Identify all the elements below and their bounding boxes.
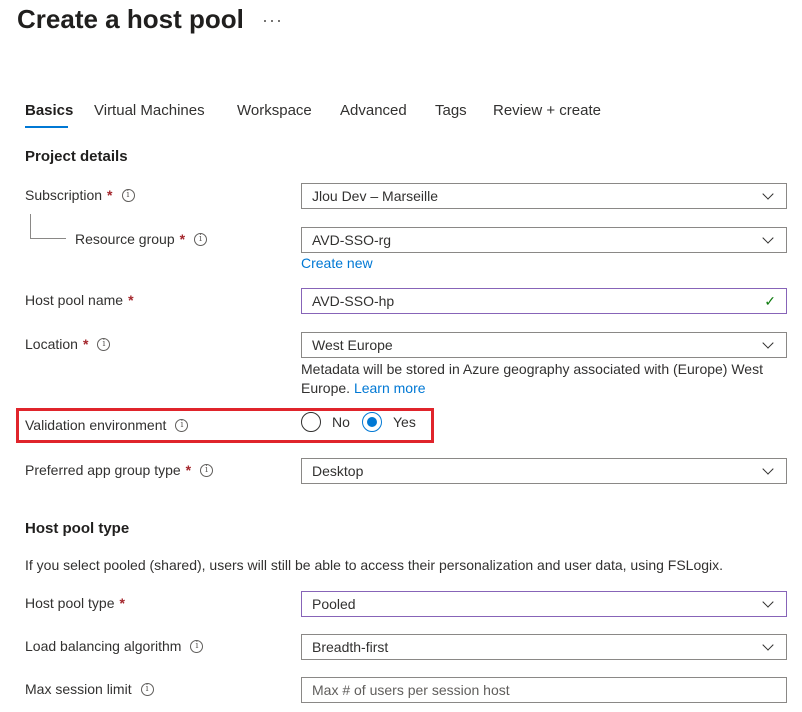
chevron-down-icon bbox=[762, 462, 774, 475]
location-value: West Europe bbox=[312, 337, 393, 353]
host-pool-name-label-text: Host pool name bbox=[25, 292, 124, 308]
location-label: Location * i bbox=[25, 336, 111, 352]
host-pool-type-heading: Host pool type bbox=[25, 520, 130, 537]
info-icon[interactable]: i bbox=[97, 337, 111, 351]
host-pool-type-value: Pooled bbox=[312, 596, 356, 612]
preferred-app-group-label: Preferred app group type * i bbox=[25, 462, 214, 478]
tree-connector-horizontal bbox=[30, 238, 66, 239]
required-marker: * bbox=[119, 595, 125, 611]
radio-yes-label: Yes bbox=[393, 414, 416, 430]
chevron-down-icon bbox=[762, 336, 774, 349]
validation-environment-label: Validation environment i bbox=[25, 417, 189, 433]
required-marker: * bbox=[107, 187, 113, 203]
tab-basics[interactable]: Basics bbox=[25, 102, 73, 119]
max-session-input[interactable]: Max # of users per session host bbox=[301, 677, 787, 703]
required-marker: * bbox=[185, 462, 192, 478]
max-session-label: Max session limit i bbox=[25, 681, 154, 697]
preferred-app-group-label-text: Preferred app group type bbox=[25, 462, 181, 478]
page-title: Create a host pool bbox=[17, 4, 244, 34]
host-pool-type-dropdown[interactable]: Pooled bbox=[301, 591, 787, 617]
tab-workspace[interactable]: Workspace bbox=[237, 102, 312, 119]
subscription-label: Subscription * i bbox=[25, 187, 135, 203]
info-icon[interactable]: i bbox=[140, 682, 154, 696]
host-pool-name-label: Host pool name * bbox=[25, 292, 134, 308]
tab-review-create[interactable]: Review + create bbox=[493, 102, 601, 119]
resource-group-dropdown[interactable]: AVD-SSO-rg bbox=[301, 227, 787, 253]
tab-virtual-machines[interactable]: Virtual Machines bbox=[94, 102, 205, 119]
resource-group-value: AVD-SSO-rg bbox=[312, 232, 392, 248]
host-pool-type-label: Host pool type * bbox=[25, 595, 125, 611]
radio-no[interactable]: No bbox=[301, 412, 350, 432]
info-icon[interactable]: i bbox=[121, 188, 135, 202]
learn-more-link[interactable]: Learn more bbox=[354, 380, 426, 396]
radio-unselected-icon bbox=[301, 412, 321, 432]
chevron-down-icon bbox=[762, 231, 774, 244]
location-dropdown[interactable]: West Europe bbox=[301, 332, 787, 358]
project-details-heading: Project details bbox=[25, 148, 128, 165]
host-pool-name-input[interactable]: AVD-SSO-hp ✓ bbox=[301, 288, 787, 314]
info-icon[interactable]: i bbox=[194, 232, 208, 246]
checkmark-icon: ✓ bbox=[764, 292, 776, 309]
required-marker: * bbox=[179, 231, 186, 247]
subscription-label-text: Subscription bbox=[25, 187, 103, 203]
location-helper-text: Metadata will be stored in Azure geograp… bbox=[301, 360, 787, 398]
radio-no-label: No bbox=[332, 414, 350, 430]
required-marker: * bbox=[128, 292, 134, 308]
radio-dot bbox=[367, 417, 377, 427]
validation-environment-label-text: Validation environment bbox=[25, 417, 167, 433]
active-tab-indicator bbox=[25, 126, 68, 128]
more-options-icon[interactable]: ··· bbox=[262, 10, 283, 31]
subscription-dropdown[interactable]: Jlou Dev – Marseille bbox=[301, 183, 787, 209]
chevron-down-icon bbox=[762, 187, 774, 200]
radio-yes[interactable]: Yes bbox=[362, 412, 416, 432]
tab-advanced[interactable]: Advanced bbox=[340, 102, 407, 119]
host-pool-name-value: AVD-SSO-hp bbox=[312, 293, 395, 309]
resource-group-label-text: Resource group bbox=[75, 231, 175, 247]
create-new-link[interactable]: Create new bbox=[301, 255, 373, 271]
load-balancing-dropdown[interactable]: Breadth-first bbox=[301, 634, 787, 660]
host-pool-type-description: If you select pooled (shared), users wil… bbox=[25, 557, 724, 573]
location-label-text: Location bbox=[25, 336, 78, 352]
host-pool-type-label-text: Host pool type bbox=[25, 595, 115, 611]
info-icon[interactable]: i bbox=[190, 639, 204, 653]
load-balancing-label: Load balancing algorithm i bbox=[25, 638, 204, 654]
load-balancing-value: Breadth-first bbox=[312, 639, 389, 655]
preferred-app-group-value: Desktop bbox=[312, 463, 364, 479]
tab-tags[interactable]: Tags bbox=[435, 102, 467, 119]
required-marker: * bbox=[82, 336, 89, 352]
radio-selected-icon bbox=[362, 412, 382, 432]
info-icon[interactable]: i bbox=[175, 418, 189, 432]
chevron-down-icon bbox=[762, 595, 774, 608]
subscription-value: Jlou Dev – Marseille bbox=[312, 188, 439, 204]
load-balancing-label-text: Load balancing algorithm bbox=[25, 638, 182, 654]
max-session-label-text: Max session limit bbox=[25, 681, 132, 697]
resource-group-label: Resource group * i bbox=[75, 231, 208, 247]
preferred-app-group-dropdown[interactable]: Desktop bbox=[301, 458, 787, 484]
tree-connector-vertical bbox=[30, 214, 31, 238]
info-icon[interactable]: i bbox=[200, 463, 214, 477]
max-session-placeholder: Max # of users per session host bbox=[312, 682, 510, 698]
chevron-down-icon bbox=[762, 638, 774, 651]
